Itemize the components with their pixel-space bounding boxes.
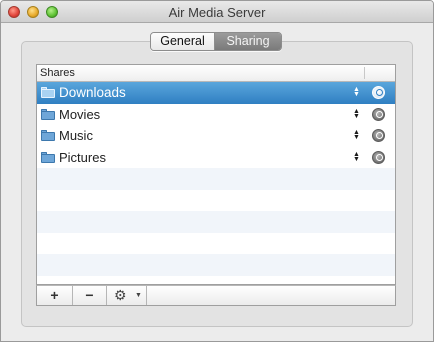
shares-table: Shares Downloads ▲ ▼ Movies ▲ ▼ Music ▲ ▼ P…: [36, 64, 396, 285]
share-label: Downloads: [59, 85, 126, 100]
reveal-magnifier-icon[interactable]: [372, 150, 385, 164]
remove-share-button[interactable]: −: [73, 286, 107, 305]
reveal-magnifier-icon[interactable]: [372, 107, 385, 121]
folder-icon: [41, 87, 55, 98]
folder-icon: [41, 151, 55, 163]
share-row-music[interactable]: Music ▲ ▼: [37, 125, 395, 147]
preferences-window: Air Media Server General Sharing Shares …: [0, 0, 434, 342]
window-title: Air Media Server: [168, 5, 266, 20]
share-row-pictures[interactable]: Pictures ▲ ▼: [37, 147, 395, 169]
chevron-down-icon: ▼: [135, 292, 142, 299]
up-down-arrows-icon[interactable]: ▲ ▼: [353, 151, 360, 163]
tab-sharing[interactable]: Sharing: [215, 33, 281, 50]
empty-row: [37, 190, 395, 212]
title-bar[interactable]: Air Media Server: [1, 1, 433, 23]
shares-toolbar: + − ⚙ ▼: [36, 285, 396, 306]
action-menu-button[interactable]: ⚙ ▼: [107, 286, 147, 305]
empty-row: [37, 233, 395, 255]
empty-row: [37, 254, 395, 276]
shares-header-label: Shares: [40, 67, 75, 79]
empty-row: [37, 168, 395, 190]
share-label: Pictures: [59, 149, 106, 165]
empty-row: [37, 211, 395, 233]
tab-control: General Sharing: [150, 32, 282, 51]
tab-general[interactable]: General: [151, 33, 215, 50]
reveal-magnifier-icon[interactable]: [372, 129, 385, 142]
add-share-button[interactable]: +: [37, 286, 73, 305]
shares-column-header[interactable]: Shares: [37, 65, 395, 82]
column-divider: [364, 67, 365, 79]
gear-icon: ⚙: [114, 287, 127, 303]
folder-icon: [41, 108, 55, 120]
reveal-magnifier-icon[interactable]: [372, 86, 385, 99]
up-down-arrows-icon[interactable]: ▲ ▼: [353, 86, 360, 98]
folder-icon: [41, 130, 55, 141]
share-row-movies[interactable]: Movies ▲ ▼: [37, 104, 395, 126]
share-row-downloads[interactable]: Downloads ▲ ▼: [37, 82, 395, 104]
share-label: Movies: [59, 106, 101, 122]
up-down-arrows-icon[interactable]: ▲ ▼: [353, 129, 360, 141]
up-down-arrows-icon[interactable]: ▲ ▼: [353, 108, 360, 120]
share-label: Music: [59, 128, 93, 143]
